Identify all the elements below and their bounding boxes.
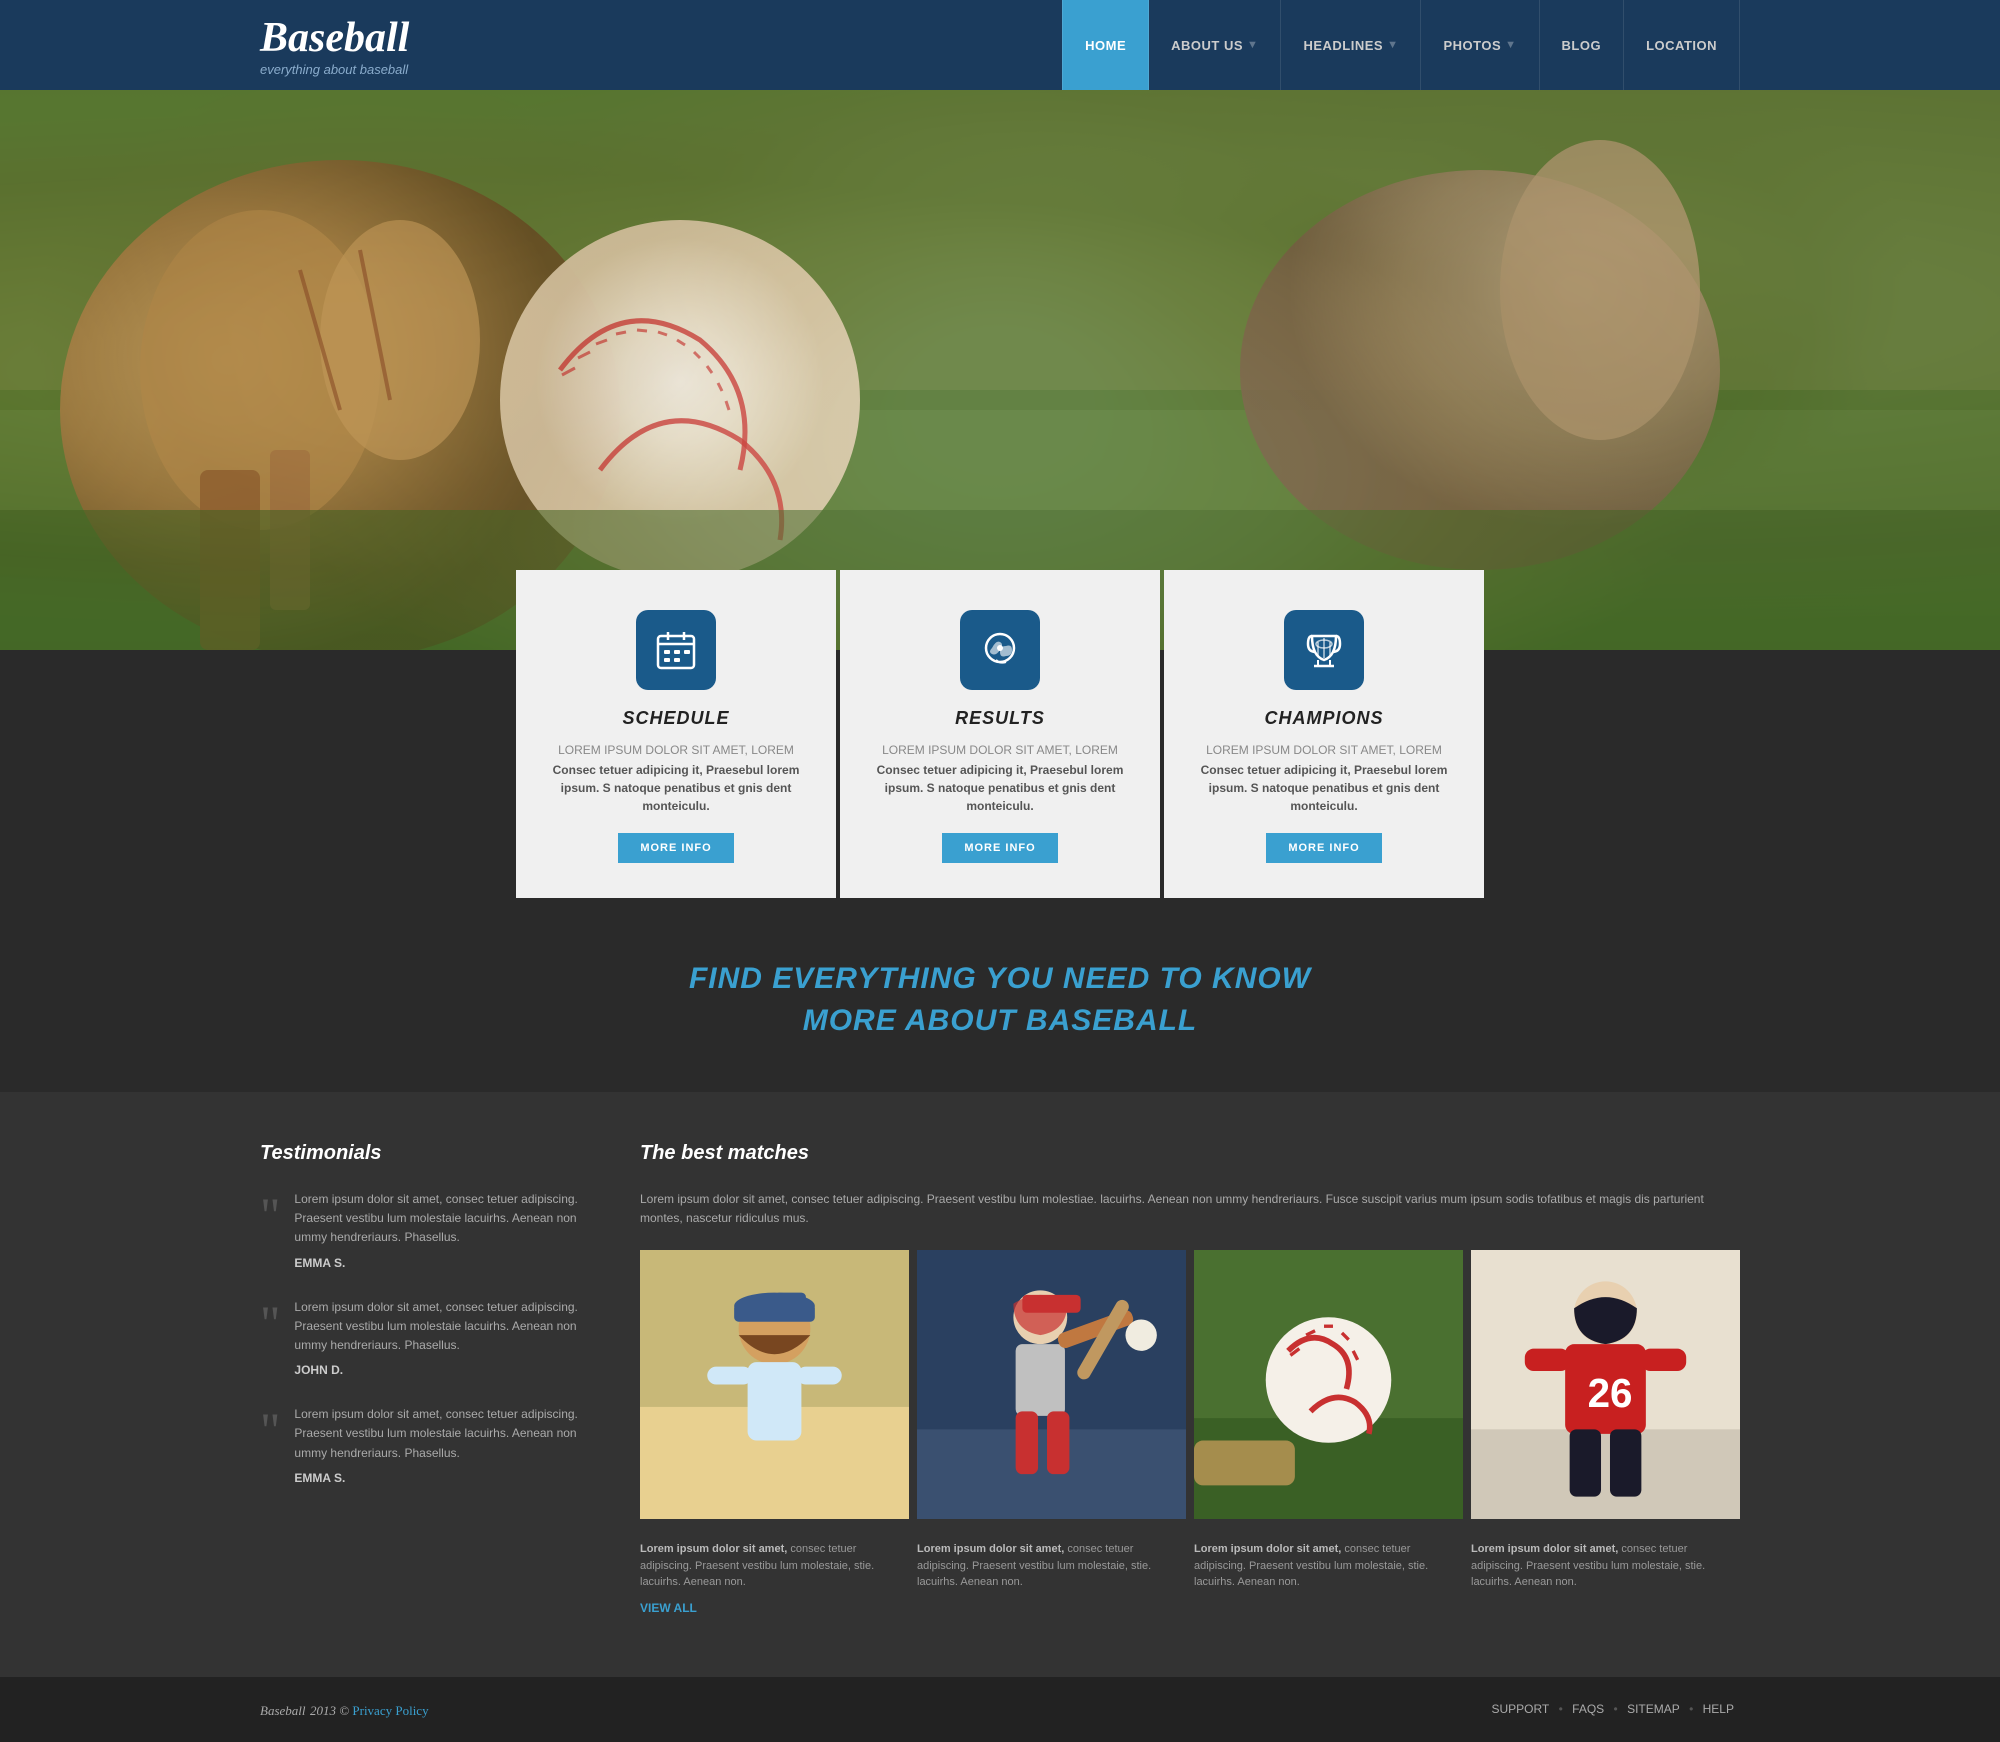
tagline-line2: MORE ABOUT BASEBALL — [20, 1000, 1980, 1042]
testimonial-3-body: Lorem ipsum dolor sit amet, consec tetue… — [294, 1405, 580, 1485]
testimonials-column: Testimonials " Lorem ipsum dolor sit ame… — [260, 1142, 580, 1617]
content-section: Testimonials " Lorem ipsum dolor sit ame… — [0, 1092, 2000, 1677]
match-caption-4: Lorem ipsum dolor sit amet, consec tetue… — [1471, 1541, 1740, 1591]
card-schedule: SCHEDULE LOREM IPSUM DOLOR SIT AMET, LOR… — [516, 570, 836, 898]
tagline-line1: FIND EVERYTHING YOU NEED TO KNOW — [20, 958, 1980, 1000]
match-caption-2-bold: Lorem ipsum dolor sit amet, — [917, 1543, 1064, 1555]
footer: Baseball 2013 © Privacy Policy SUPPORT •… — [0, 1677, 2000, 1742]
match-caption-1-bold: Lorem ipsum dolor sit amet, — [640, 1543, 787, 1555]
match-thumb-1 — [640, 1250, 909, 1519]
footer-links: SUPPORT • FAQS • SITEMAP • HELP — [1485, 1702, 1740, 1716]
footer-link-support[interactable]: SUPPORT — [1491, 1702, 1549, 1716]
nav-headlines[interactable]: HEADLINES ▼ — [1281, 0, 1421, 90]
match-caption-3: Lorem ipsum dolor sit amet, consec tetue… — [1194, 1541, 1463, 1591]
nav-photos[interactable]: PHOTOS ▼ — [1421, 0, 1539, 90]
match-thumb-3-svg — [1194, 1250, 1463, 1519]
results-icon — [978, 628, 1022, 672]
matches-grid: 26 — [640, 1250, 1740, 1519]
card-schedule-text-bold: Consec tetuer adipicing it, Praesebul lo… — [551, 761, 801, 815]
matches-column: The best matches Lorem ipsum dolor sit a… — [640, 1142, 1740, 1617]
footer-link-faqs[interactable]: FAQS — [1572, 1702, 1604, 1716]
match-caption-2: Lorem ipsum dolor sit amet, consec tetue… — [917, 1541, 1186, 1591]
card-schedule-title: SCHEDULE — [622, 708, 729, 729]
card-champions: CHAMPIONS LOREM IPSUM DOLOR SIT AMET, LO… — [1164, 570, 1484, 898]
testimonial-3: " Lorem ipsum dolor sit amet, consec tet… — [260, 1405, 580, 1485]
footer-logo-area: Baseball 2013 © Privacy Policy — [260, 1699, 429, 1720]
match-caption-1: Lorem ipsum dolor sit amet, consec tetue… — [640, 1541, 909, 1591]
matches-intro: Lorem ipsum dolor sit amet, consec tetue… — [640, 1190, 1740, 1228]
testimonial-3-text: Lorem ipsum dolor sit amet, consec tetue… — [294, 1405, 580, 1463]
main-nav: HOME ABOUT US ▼ HEADLINES ▼ PHOTOS ▼ BLO… — [1062, 0, 1740, 90]
card-schedule-text-light: LOREM IPSUM DOLOR SIT AMET, LOREM — [558, 743, 794, 757]
schedule-more-info-button[interactable]: MORE INFO — [618, 833, 733, 863]
match-thumb-4: 26 — [1471, 1250, 1740, 1519]
champions-more-info-button[interactable]: MORE INFO — [1266, 833, 1381, 863]
champions-icon — [1302, 628, 1346, 672]
testimonial-2-body: Lorem ipsum dolor sit amet, consec tetue… — [294, 1298, 580, 1378]
match-thumb-3 — [1194, 1250, 1463, 1519]
card-results-text-bold: Consec tetuer adipicing it, Praesebul lo… — [875, 761, 1125, 815]
testimonial-2-author: JOHN D. — [294, 1363, 580, 1377]
nav-home[interactable]: HOME — [1062, 0, 1149, 90]
card-champions-title: CHAMPIONS — [1264, 708, 1383, 729]
testimonial-2: " Lorem ipsum dolor sit amet, consec tet… — [260, 1298, 580, 1378]
card-results-text-light: LOREM IPSUM DOLOR SIT AMET, LOREM — [882, 743, 1118, 757]
match-thumb-1-svg — [640, 1250, 909, 1519]
hero-section — [0, 90, 2000, 650]
testimonials-heading: Testimonials — [260, 1142, 580, 1165]
quote-mark-1: " — [260, 1190, 280, 1270]
hero-svg — [0, 90, 2000, 650]
testimonial-1: " Lorem ipsum dolor sit amet, consec tet… — [260, 1190, 580, 1270]
matches-heading: The best matches — [640, 1142, 1740, 1165]
match-thumb-2-svg — [917, 1250, 1186, 1519]
match-thumb-4-svg: 26 — [1471, 1250, 1740, 1519]
match-caption-3-bold: Lorem ipsum dolor sit amet, — [1194, 1543, 1341, 1555]
testimonial-1-author: EMMA S. — [294, 1256, 580, 1270]
tagline-section: FIND EVERYTHING YOU NEED TO KNOW MORE AB… — [0, 898, 2000, 1092]
schedule-icon — [654, 628, 698, 672]
footer-link-sitemap[interactable]: SITEMAP — [1627, 1702, 1680, 1716]
card-champions-text-bold: Consec tetuer adipicing it, Praesebul lo… — [1199, 761, 1449, 815]
card-results-title: RESULTS — [955, 708, 1045, 729]
quote-mark-3: " — [260, 1405, 280, 1485]
footer-privacy-link[interactable]: Privacy Policy — [352, 1703, 428, 1718]
schedule-icon-circle — [636, 610, 716, 690]
view-all-link[interactable]: VIEW ALL — [640, 1601, 697, 1615]
match-caption-4-bold: Lorem ipsum dolor sit amet, — [1471, 1543, 1618, 1555]
tagline-text: FIND EVERYTHING YOU NEED TO KNOW MORE AB… — [20, 958, 1980, 1042]
testimonial-1-body: Lorem ipsum dolor sit amet, consec tetue… — [294, 1190, 580, 1270]
cards-wrapper: SCHEDULE LOREM IPSUM DOLOR SIT AMET, LOR… — [0, 650, 2000, 898]
quote-mark-2: " — [260, 1298, 280, 1378]
nav-location[interactable]: LOCATION — [1624, 0, 1740, 90]
match-captions: Lorem ipsum dolor sit amet, consec tetue… — [640, 1535, 1740, 1591]
footer-logo: Baseball 2013 © Privacy Policy — [260, 1699, 429, 1719]
header: Baseball everything about baseball HOME … — [0, 0, 2000, 90]
champions-icon-circle — [1284, 610, 1364, 690]
match-thumb-2 — [917, 1250, 1186, 1519]
results-more-info-button[interactable]: MORE INFO — [942, 833, 1057, 863]
testimonial-1-text: Lorem ipsum dolor sit amet, consec tetue… — [294, 1190, 580, 1248]
testimonial-3-author: EMMA S. — [294, 1471, 580, 1485]
card-champions-text-light: LOREM IPSUM DOLOR SIT AMET, LOREM — [1206, 743, 1442, 757]
footer-logo-text: Baseball — [260, 1703, 306, 1718]
nav-blog[interactable]: BLOG — [1540, 0, 1625, 90]
footer-copyright: 2013 © — [310, 1703, 352, 1718]
nav-about[interactable]: ABOUT US ▼ — [1149, 0, 1281, 90]
logo-area: Baseball everything about baseball — [260, 14, 409, 77]
svg-text:26: 26 — [1588, 1370, 1633, 1416]
card-results: RESULTS LOREM IPSUM DOLOR SIT AMET, LORE… — [840, 570, 1160, 898]
footer-link-help[interactable]: HELP — [1703, 1702, 1734, 1716]
logo-title: Baseball — [260, 14, 409, 62]
results-icon-circle — [960, 610, 1040, 690]
testimonial-2-text: Lorem ipsum dolor sit amet, consec tetue… — [294, 1298, 580, 1356]
logo-subtitle: everything about baseball — [260, 62, 409, 77]
